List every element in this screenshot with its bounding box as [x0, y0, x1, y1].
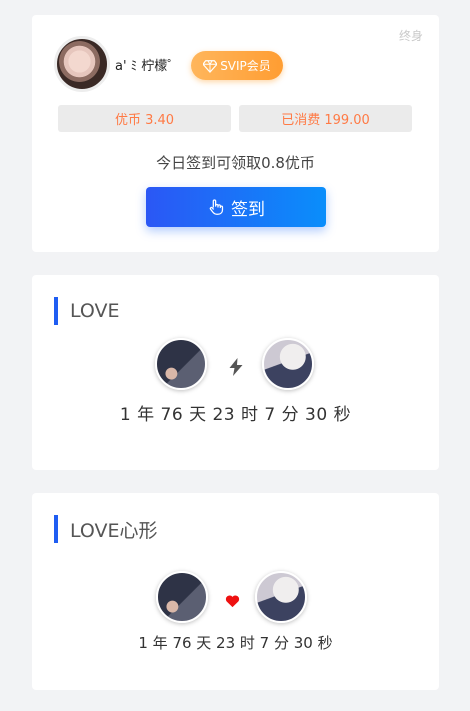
title-accent-bar [54, 515, 58, 543]
profile-card: 终身 a' ﾐ 柠檬゜ SVIP会员 优币 3.40 已消费 199.00 今日… [32, 15, 439, 252]
love-heart-card: LOVE心形 1 年 76 天 23 时 7 分 30 秒 [32, 493, 439, 690]
username: a' ﾐ 柠檬゜ [115, 59, 181, 74]
hand-tap-icon [209, 199, 224, 215]
love-timer: 1 年 76 天 23 时 7 分 30 秒 [119, 405, 352, 425]
love-card: LOVE 1 年 76 天 23 时 7 分 30 秒 [32, 275, 439, 470]
avatar[interactable] [54, 36, 110, 92]
checkin-tip: 今日签到可领取0.8优币 [156, 154, 315, 172]
membership-duration-tag: 终身 [398, 29, 423, 43]
vip-badge-label: SVIP会员 [220, 59, 271, 73]
partner-b-avatar[interactable] [255, 571, 307, 623]
partner-a-avatar[interactable] [155, 338, 207, 390]
section-title: LOVE [54, 297, 120, 325]
partner-b-avatar[interactable] [262, 338, 314, 390]
lightning-icon [229, 358, 243, 376]
love-title: LOVE [70, 300, 120, 322]
section-title: LOVE心形 [54, 515, 158, 543]
love-heart-timer: 1 年 76 天 23 时 7 分 30 秒 [138, 634, 333, 652]
title-accent-bar [54, 297, 58, 325]
vip-badge[interactable]: SVIP会员 [191, 51, 283, 80]
heart-icon [225, 595, 240, 608]
partner-a-avatar[interactable] [156, 571, 208, 623]
coin-balance: 优币 3.40 [58, 105, 231, 132]
checkin-button-label: 签到 [231, 199, 265, 220]
checkin-button[interactable]: 签到 [146, 187, 326, 227]
diamond-icon [203, 59, 218, 73]
total-spent: 已消费 199.00 [239, 105, 412, 132]
love-heart-title: LOVE心形 [70, 519, 158, 542]
